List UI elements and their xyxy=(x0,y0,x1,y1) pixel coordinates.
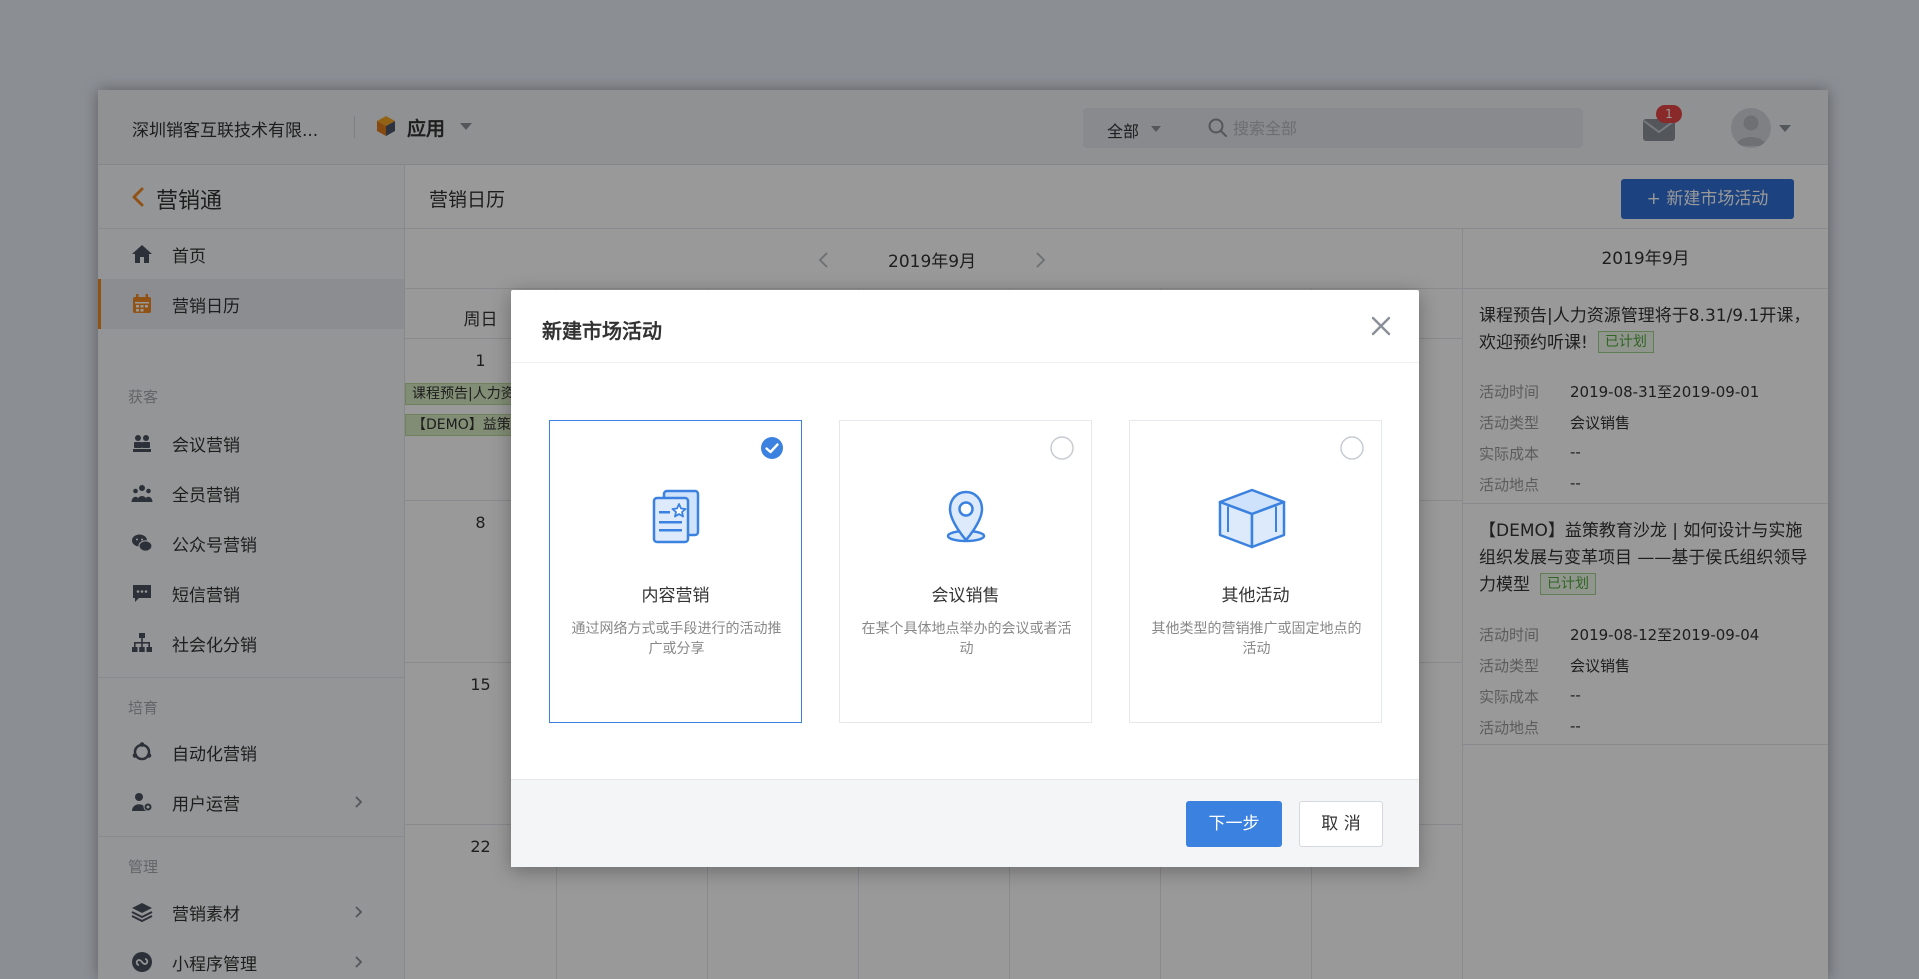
dialog-header: 新建市场活动 xyxy=(511,290,1419,363)
option-title: 内容营销 xyxy=(641,586,710,606)
option-content-marketing[interactable]: 内容营销 通过网络方式或手段进行的活动推广或分享 xyxy=(549,420,802,723)
option-title: 会议销售 xyxy=(931,586,1000,606)
radio-unchecked-icon[interactable] xyxy=(1340,436,1364,460)
dialog-title: 新建市场活动 xyxy=(542,319,662,343)
close-icon[interactable] xyxy=(1369,314,1393,338)
option-conference-sales[interactable]: 会议销售 在某个具体地点举办的会议或者活动 xyxy=(839,420,1092,723)
radio-unchecked-icon[interactable] xyxy=(1050,436,1074,460)
cancel-button[interactable]: 取 消 xyxy=(1299,801,1383,847)
option-description: 其他类型的营销推广或固定地点的活动 xyxy=(1151,621,1362,657)
check-circle-icon[interactable] xyxy=(760,436,784,460)
new-campaign-dialog: 新建市场活动 内容营销 通过网络方式或手段进行的活动推广或分享 会议销售 在某个… xyxy=(511,290,1419,867)
dialog-footer: 下一步 取 消 xyxy=(511,779,1419,867)
option-title: 其他活动 xyxy=(1221,586,1290,606)
option-other-activity[interactable]: 其他活动 其他类型的营销推广或固定地点的活动 xyxy=(1129,420,1382,723)
content-doc-icon xyxy=(652,489,700,544)
next-step-button[interactable]: 下一步 xyxy=(1186,801,1282,847)
option-description: 在某个具体地点举办的会议或者活动 xyxy=(861,621,1072,657)
box-icon xyxy=(1218,488,1286,549)
option-description: 通过网络方式或手段进行的活动推广或分享 xyxy=(571,621,782,657)
location-pin-icon xyxy=(946,490,986,543)
